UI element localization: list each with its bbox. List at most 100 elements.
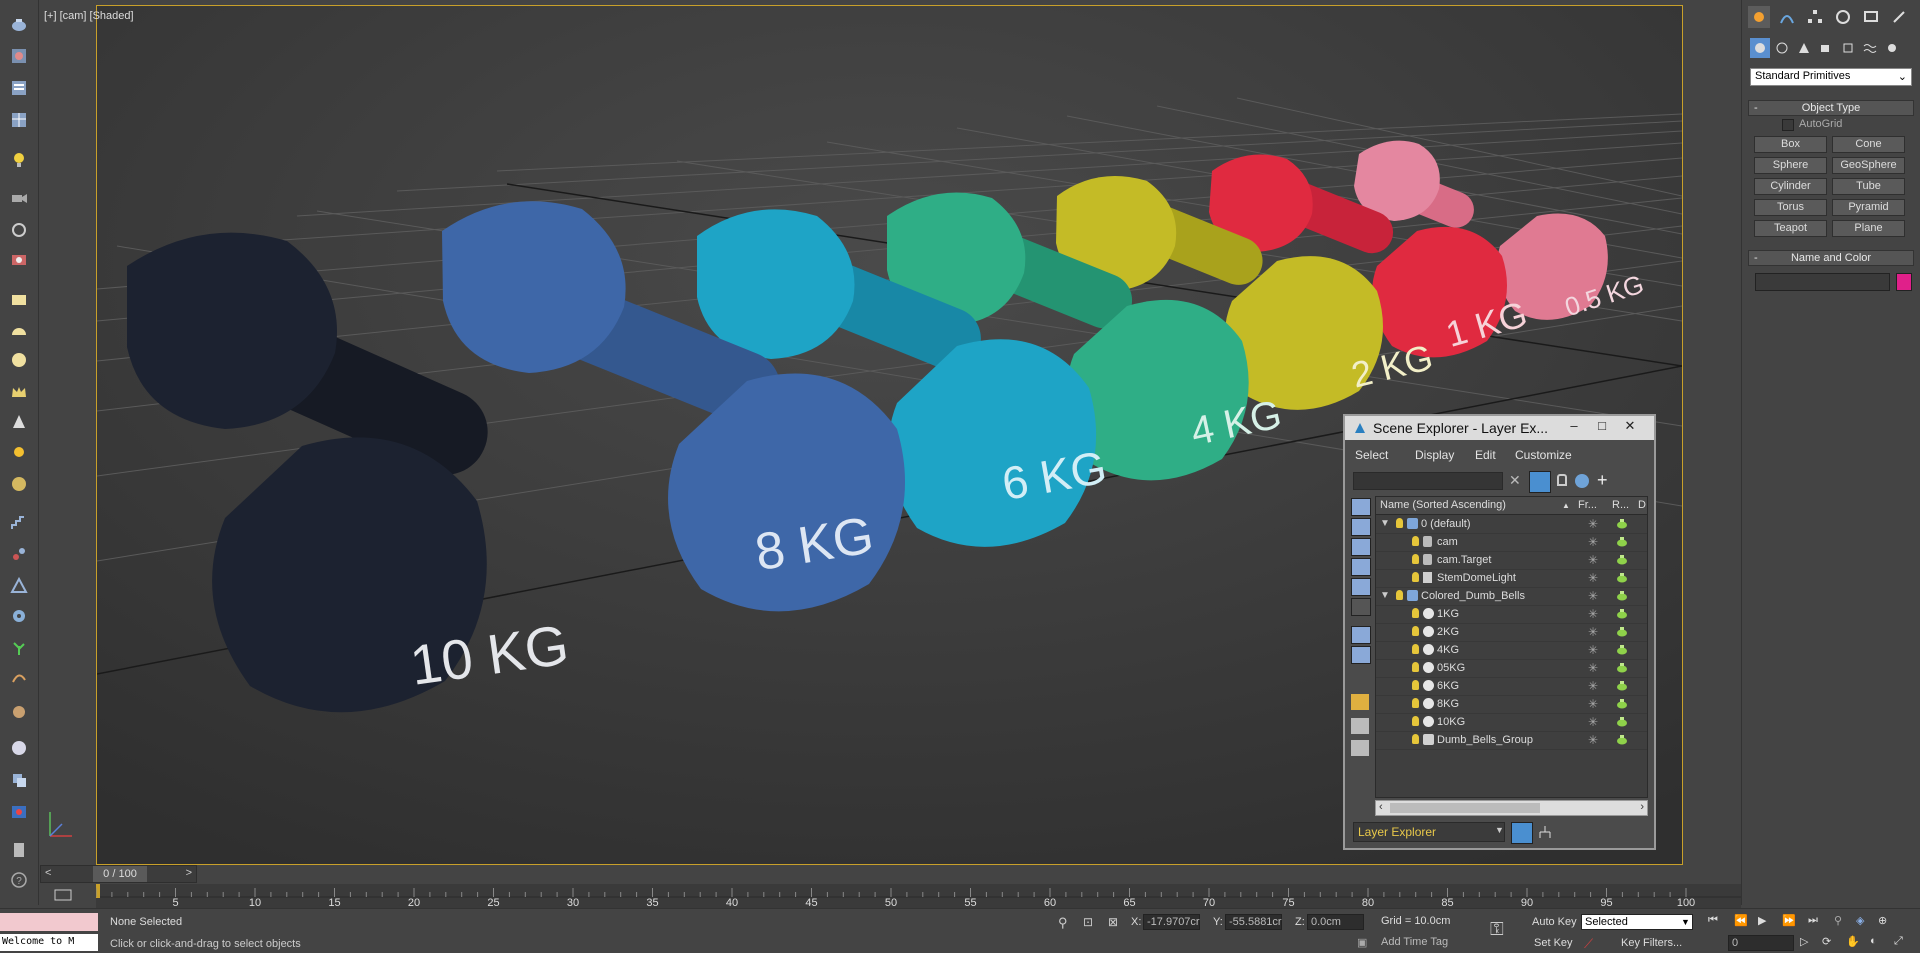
play-icon[interactable]: ▶ <box>1758 914 1766 927</box>
primitive-button-cone[interactable]: Cone <box>1832 136 1905 153</box>
scene-explorer-tree[interactable]: Name (Sorted Ascending) ▲ Fr... R... D ▼… <box>1375 496 1648 798</box>
visibility-bulb-icon[interactable] <box>1412 608 1419 618</box>
renderable-teapot-icon[interactable] <box>1615 625 1629 637</box>
tree-row[interactable]: cam.Target ✳ <box>1376 551 1647 570</box>
current-frame-input[interactable]: 0 <box>1728 935 1794 951</box>
renderable-teapot-icon[interactable] <box>1615 643 1629 655</box>
shapes-icon[interactable] <box>1772 38 1792 58</box>
visibility-bulb-icon[interactable] <box>1412 644 1419 654</box>
display-containers-icon[interactable] <box>1351 694 1369 710</box>
maxscript-listener-pink[interactable] <box>0 913 98 931</box>
display-spacewarps-icon[interactable] <box>1351 598 1371 616</box>
tree-row[interactable]: 1KG ✳ <box>1376 605 1647 624</box>
tree-row[interactable]: ▼ Colored_Dumb_Bells ✳ <box>1376 587 1647 606</box>
scene-explorer-titlebar[interactable]: Scene Explorer - Layer Ex... – □ ✕ <box>1345 416 1654 440</box>
ball-icon[interactable] <box>7 736 31 760</box>
freeze-toggle-icon[interactable]: ✳ <box>1588 715 1598 729</box>
explorer-type-dropdown[interactable]: Layer Explorer <box>1353 822 1505 842</box>
expand-toggle-icon[interactable]: ▼ <box>1380 590 1390 601</box>
lights-icon[interactable] <box>1794 38 1814 58</box>
expand-toggle-icon[interactable]: ▼ <box>1380 518 1390 529</box>
column-render[interactable]: R... <box>1612 499 1629 511</box>
visibility-bulb-icon[interactable] <box>1412 698 1419 708</box>
set-key-button[interactable]: Set Key <box>1534 937 1573 949</box>
column-name[interactable]: Name (Sorted Ascending) <box>1380 499 1506 511</box>
spacewarps-icon[interactable] <box>1860 38 1880 58</box>
menu-edit[interactable]: Edit <box>1475 448 1496 462</box>
renderable-teapot-icon[interactable] <box>1615 733 1629 745</box>
renderable-teapot-icon[interactable] <box>1615 553 1629 565</box>
freeze-toggle-icon[interactable]: ✳ <box>1588 589 1598 603</box>
motion-tab-icon[interactable] <box>1832 6 1854 28</box>
go-to-end-icon[interactable]: ⏭ <box>1808 914 1818 927</box>
scrollbar-thumb[interactable] <box>1390 803 1540 813</box>
renderable-teapot-icon[interactable] <box>1615 535 1629 547</box>
column-d[interactable]: D <box>1638 499 1646 511</box>
primitive-button-teapot[interactable]: Teapot <box>1754 220 1827 237</box>
freeze-toggle-icon[interactable]: ✳ <box>1588 625 1598 639</box>
dome-icon[interactable] <box>7 318 31 342</box>
freeze-toggle-icon[interactable]: ✳ <box>1588 733 1598 747</box>
sort-by-hierarchy-icon[interactable] <box>1535 822 1555 842</box>
renderable-teapot-icon[interactable] <box>1615 715 1629 727</box>
time-slider-thumb[interactable]: 0 / 100 <box>93 866 147 882</box>
renderable-teapot-icon[interactable] <box>1615 517 1629 529</box>
tree-row[interactable]: 4KG ✳ <box>1376 641 1647 660</box>
renderable-teapot-icon[interactable] <box>1615 571 1629 583</box>
renderable-teapot-icon[interactable] <box>1615 661 1629 673</box>
create-tab-icon[interactable] <box>1748 6 1770 28</box>
tree-row[interactable]: 10KG ✳ <box>1376 713 1647 732</box>
tree-row[interactable]: StemDomeLight ✳ <box>1376 569 1647 588</box>
object-color-swatch[interactable] <box>1896 273 1912 291</box>
render-frame-icon[interactable] <box>7 800 31 824</box>
hair-fur-icon[interactable] <box>7 666 31 690</box>
display-helpers-icon[interactable] <box>1351 578 1371 596</box>
menu-display[interactable]: Display <box>1415 448 1454 462</box>
display-hidden-icon[interactable] <box>1351 740 1369 756</box>
primitive-button-geosphere[interactable]: GeoSphere <box>1832 157 1905 174</box>
tree-row[interactable]: 6KG ✳ <box>1376 677 1647 696</box>
track-bar[interactable]: 5 10 15 20 25 30 35 40 45 50 55 60 65 70 75 80 85 90 95 100 <box>96 884 1741 909</box>
copy-icon[interactable] <box>7 768 31 792</box>
helpers-icon[interactable] <box>1838 38 1858 58</box>
display-bones-icon[interactable] <box>1351 674 1369 690</box>
freeze-toggle-icon[interactable]: ✳ <box>1588 535 1598 549</box>
primitive-button-box[interactable]: Box <box>1754 136 1827 153</box>
name-color-rollout-header[interactable]: - Name and Color <box>1748 250 1914 266</box>
sphere-icon[interactable] <box>7 348 31 372</box>
shell-icon[interactable] <box>7 700 31 724</box>
go-to-start-icon[interactable]: ⏮ <box>1708 914 1718 927</box>
filter-icon[interactable] <box>1529 471 1551 493</box>
sun-icon[interactable] <box>7 440 31 464</box>
key-filters-button[interactable]: Key Filters... <box>1621 937 1682 949</box>
add-time-tag-button[interactable]: Add Time Tag <box>1378 935 1478 951</box>
orbit-icon[interactable]: ⟳ <box>1822 935 1831 948</box>
key-mode-dropdown[interactable]: Selected <box>1581 914 1693 930</box>
table-icon[interactable] <box>7 108 31 132</box>
visibility-bulb-icon[interactable] <box>1412 734 1419 744</box>
minimize-button[interactable]: – <box>1563 418 1585 434</box>
horizontal-scrollbar[interactable]: ‹ › <box>1375 800 1648 816</box>
next-frame-button[interactable]: > <box>186 867 192 879</box>
autogrid-checkbox[interactable] <box>1782 119 1794 131</box>
teapot-icon[interactable] <box>7 12 31 36</box>
visibility-bulb-icon[interactable] <box>1396 590 1403 600</box>
next-key-icon[interactable]: ⏩ <box>1782 914 1796 927</box>
display-lights-icon[interactable] <box>1351 538 1371 556</box>
stairs-icon[interactable] <box>7 510 31 534</box>
light-bulb-icon[interactable] <box>7 148 31 172</box>
previous-frame-button[interactable]: < <box>45 867 51 879</box>
lock-icon[interactable] <box>1557 474 1567 486</box>
cone-icon[interactable] <box>7 410 31 434</box>
crown-icon[interactable] <box>7 380 31 404</box>
renderable-teapot-icon[interactable] <box>1615 607 1629 619</box>
freeze-toggle-icon[interactable]: ✳ <box>1588 643 1598 657</box>
renderable-teapot-icon[interactable] <box>1615 697 1629 709</box>
perspective-icon[interactable]: ⚲ <box>1834 914 1842 927</box>
visibility-bulb-icon[interactable] <box>1396 518 1403 528</box>
auto-key-button[interactable]: Auto Key <box>1532 916 1577 928</box>
renderable-teapot-icon[interactable] <box>1615 679 1629 691</box>
visibility-bulb-icon[interactable] <box>1412 536 1419 546</box>
renderable-teapot-icon[interactable] <box>1615 589 1629 601</box>
hierarchy-icon[interactable] <box>7 574 31 598</box>
